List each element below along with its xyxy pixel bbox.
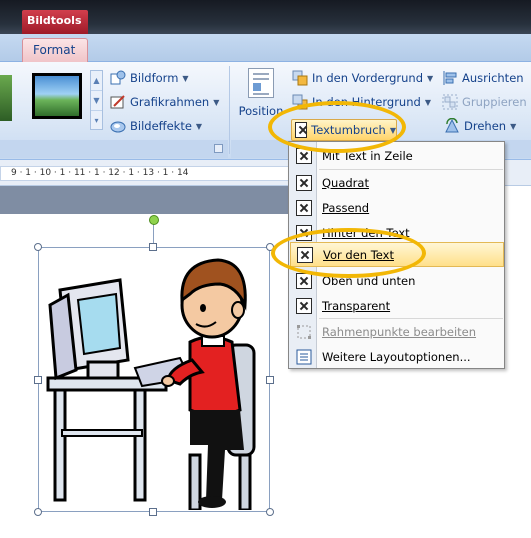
resize-handle-right[interactable] xyxy=(266,376,274,384)
ruler-ticks: 9 · 1 · 10 · 1 · 11 · 1 · 12 · 1 · 13 · … xyxy=(0,166,295,181)
bring-forward-icon xyxy=(292,70,308,86)
menu-item-label: Quadrat xyxy=(322,175,369,190)
ausrichten-label: Ausrichten xyxy=(462,71,524,85)
chevron-down-icon: ▼ xyxy=(213,97,220,107)
context-tab-bildtools[interactable]: Bildtools xyxy=(22,10,88,34)
menu-item-rahmenpunkte-bearbeiten[interactable]: Rahmenpunkte bearbeiten xyxy=(290,319,504,344)
chevron-down-icon: ▼ xyxy=(510,121,517,131)
menu-item-quadrat[interactable]: Quadrat xyxy=(290,170,504,195)
wrap-square-icon xyxy=(296,174,312,191)
menu-item-label: Passend xyxy=(322,200,370,215)
drehen-button[interactable]: Drehen ▼ xyxy=(444,116,516,136)
in-den-vordergrund-button[interactable]: In den Vordergrund ▼ xyxy=(292,68,433,88)
tab-format[interactable]: Format xyxy=(22,38,88,63)
annotation-oval-vor-den-text xyxy=(271,228,426,278)
title-bar: Bildtools xyxy=(0,0,531,34)
wrap-top-bottom-icon xyxy=(296,272,312,289)
group-footer-picture-styles xyxy=(0,140,228,158)
chevron-down-icon: ▼ xyxy=(424,97,431,107)
menu-item-transparent[interactable]: Transparent xyxy=(290,293,504,318)
resize-handle-left[interactable] xyxy=(34,376,42,384)
bildeffekte-button[interactable]: Bildeffekte ▼ xyxy=(110,116,202,136)
resize-handle-bottom[interactable] xyxy=(149,508,157,516)
menu-item-label: Weitere Layoutoptionen... xyxy=(322,349,471,364)
gallery-scroll[interactable]: ▲ ▼ ▾ xyxy=(90,70,103,130)
group-icon xyxy=(442,94,458,110)
gallery-up-icon[interactable]: ▲ xyxy=(91,71,102,91)
menu-item-weitere-layoutoptionen[interactable]: Weitere Layoutoptionen... xyxy=(290,344,504,369)
rotate-icon xyxy=(444,117,460,134)
bildform-label: Bildform xyxy=(130,71,179,85)
bildform-button[interactable]: Bildform ▼ xyxy=(110,68,189,88)
gruppieren-label: Gruppieren xyxy=(462,95,527,109)
grafikrahmen-label: Grafikrahmen xyxy=(130,95,210,109)
drehen-label: Drehen xyxy=(464,119,507,133)
grafikrahmen-button[interactable]: Grafikrahmen ▼ xyxy=(110,92,219,112)
resize-handle-bottom-left[interactable] xyxy=(34,508,42,516)
rotation-handle[interactable] xyxy=(149,215,159,225)
bildeffekte-label: Bildeffekte xyxy=(130,119,192,133)
picture-style-thumbnail[interactable] xyxy=(32,73,82,119)
wrap-tight-icon xyxy=(296,199,312,216)
pen-icon xyxy=(110,94,126,110)
page-top-border xyxy=(0,186,290,214)
in-den-vordergrund-label: In den Vordergrund xyxy=(312,71,423,85)
layout-options-icon xyxy=(296,349,312,365)
dialog-launcher-icon[interactable] xyxy=(214,144,223,153)
menu-item-passend[interactable]: Passend xyxy=(290,195,504,220)
menu-item-label: Transparent xyxy=(322,298,391,313)
position-icon xyxy=(248,68,274,98)
resize-handle-bottom-right[interactable] xyxy=(266,508,274,516)
resize-handle-top-left[interactable] xyxy=(34,243,42,251)
wrap-through-icon xyxy=(296,297,312,314)
selection-frame xyxy=(38,247,270,512)
group-separator xyxy=(229,66,230,154)
chevron-down-icon: ▼ xyxy=(195,121,203,131)
chevron-down-icon: ▼ xyxy=(182,73,189,83)
edit-wrap-points-icon xyxy=(296,324,312,340)
shape-icon xyxy=(110,70,126,86)
gallery-down-icon[interactable]: ▼ xyxy=(91,91,102,111)
word-window: Bildtools Format ▲ ▼ ▾ Bildform ▼ Grafik… xyxy=(0,0,531,538)
ausrichten-button[interactable]: Ausrichten xyxy=(442,68,524,88)
gruppieren-button[interactable]: Gruppieren xyxy=(442,92,527,112)
style-thumbnail-partial[interactable] xyxy=(0,75,12,121)
chevron-down-icon: ▼ xyxy=(427,73,434,83)
resize-handle-top[interactable] xyxy=(149,243,157,251)
align-icon xyxy=(442,70,458,86)
gallery-more-icon[interactable]: ▾ xyxy=(91,111,102,131)
annotation-oval-textumbruch xyxy=(268,101,406,153)
effects-icon xyxy=(110,118,126,134)
ribbon-tab-row: Format xyxy=(0,34,531,63)
menu-item-label: Rahmenpunkte bearbeiten xyxy=(322,324,477,339)
